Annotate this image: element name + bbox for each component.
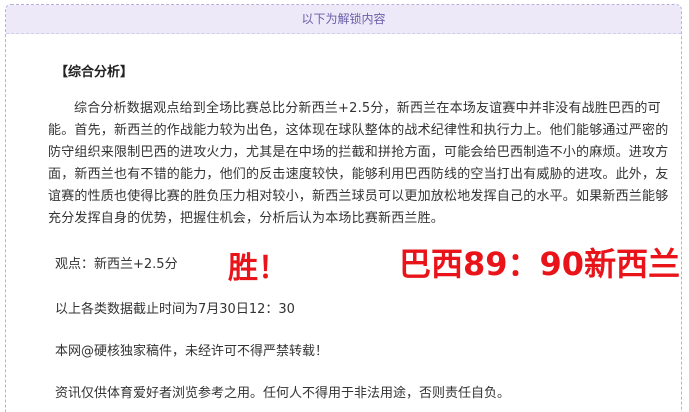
unlocked-content-frame: 以下为解锁内容 【综合分析】 综合分析数据观点给到全场比赛总比分新西兰+2.5分…: [5, 4, 682, 412]
disclaimer-note: 资讯仅供体育爱好者浏览参考之用。任何人不得用于非法用途，否则责任自负。: [55, 386, 511, 401]
data-cutoff-note: 以上各类数据截止时间为7月30日12：30: [55, 302, 295, 317]
opinion-line: 观点：新西兰+2.5分: [55, 257, 178, 272]
section-title: 【综合分析】: [55, 65, 134, 80]
unlock-banner: 以下为解锁内容: [6, 5, 681, 34]
copyright-note: 本网@硬核独家稿件，未经许可不得严禁转载！: [55, 344, 329, 359]
win-mark: 胜！: [228, 251, 288, 286]
predicted-score: 巴西89：90新西兰: [399, 245, 681, 283]
analysis-paragraph: 综合分析数据观点给到全场比赛总比分新西兰+2.5分，新西兰在本场友谊赛中并非没有…: [48, 101, 669, 226]
